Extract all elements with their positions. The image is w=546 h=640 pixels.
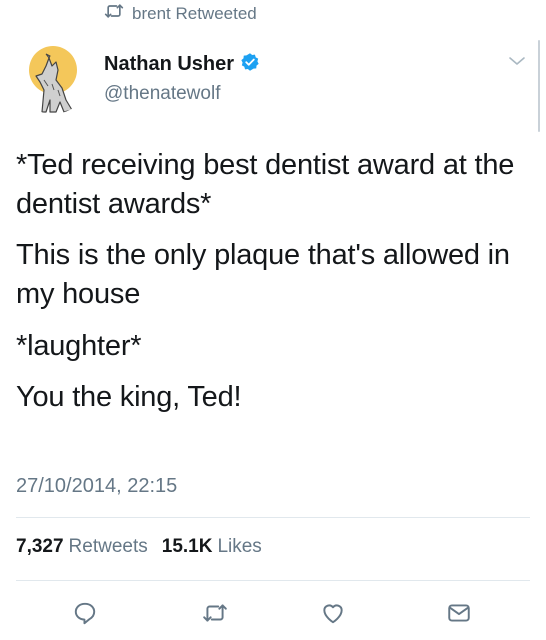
retweets-stat[interactable]: 7,327 Retweets: [16, 536, 148, 558]
tweet-stats: 7,327 Retweets 15.1K Likes: [16, 536, 262, 558]
tweet-actions: [0, 598, 546, 628]
divider: [16, 517, 530, 518]
verified-badge-icon: [240, 52, 260, 77]
retweet-context[interactable]: brent Retweeted: [104, 2, 257, 25]
divider: [16, 580, 530, 581]
likes-stat[interactable]: 15.1K Likes: [162, 536, 262, 558]
retweet-button[interactable]: [200, 598, 230, 628]
reply-icon: [74, 602, 96, 625]
heart-icon: [323, 604, 343, 624]
likes-count: 15.1K: [161, 536, 213, 557]
tweet-paragraph: This is the only plaque that's allowed i…: [16, 239, 510, 311]
howling-wolf-avatar: [16, 40, 90, 114]
tweet-timestamp: 27/10/2014, 22:15: [16, 475, 178, 497]
tweet-paragraph: You the king, Ted!: [16, 380, 242, 413]
tweet-paragraph: *laughter*: [16, 329, 142, 362]
retweets-label: Retweets: [68, 536, 148, 557]
author-name[interactable]: Nathan Usher: [104, 53, 234, 76]
retweet-icon: [203, 604, 227, 622]
chevron-down-icon[interactable]: [508, 54, 526, 66]
like-button[interactable]: [318, 598, 348, 628]
avatar[interactable]: [16, 40, 90, 114]
envelope-icon: [448, 604, 470, 622]
retweet-icon: [104, 2, 124, 25]
likes-label: Likes: [217, 536, 262, 557]
tweet-text: *Ted receiving best dentist award at the…: [16, 146, 531, 429]
retweets-count: 7,327: [16, 536, 64, 557]
direct-message-button[interactable]: [444, 598, 474, 628]
scroll-indicator: [538, 40, 540, 132]
retweet-context-label: brent Retweeted: [132, 3, 257, 23]
tweet-paragraph: *Ted receiving best dentist award at the…: [16, 149, 515, 221]
reply-button[interactable]: [70, 598, 100, 628]
author-handle[interactable]: @thenatewolf: [104, 83, 260, 105]
author-block[interactable]: Nathan Usher @thenatewolf: [104, 52, 260, 105]
